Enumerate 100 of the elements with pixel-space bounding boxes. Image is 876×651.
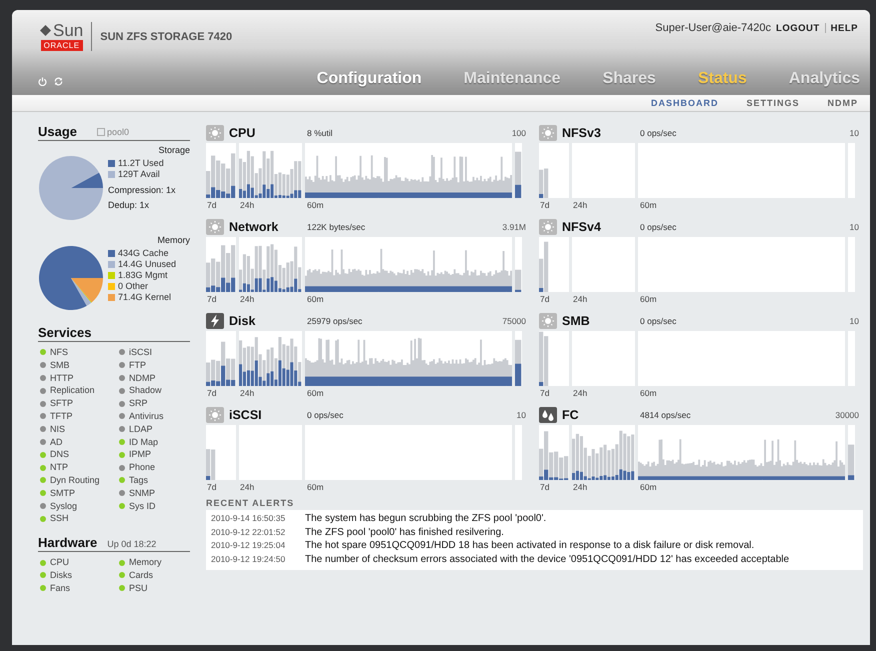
- sub-tab[interactable]: SETTINGS: [746, 98, 800, 108]
- graph-title[interactable]: NFSv3: [562, 126, 640, 140]
- time-range-label: 60m: [640, 294, 657, 304]
- legend-label: 14.4G Unused: [118, 259, 176, 270]
- hardware-link[interactable]: Fans: [50, 582, 70, 595]
- graph-title[interactable]: NFSv4: [562, 220, 640, 234]
- graph-max-value: 3.91M: [502, 222, 526, 232]
- time-range-label: 60m: [307, 482, 324, 492]
- time-range-label: 7d: [540, 388, 550, 398]
- service-link[interactable]: iSCSI: [129, 346, 152, 359]
- service-link[interactable]: Replication: [50, 384, 95, 398]
- chart-title: Memory: [157, 235, 190, 245]
- alert-message[interactable]: The number of checksum errors associated with the device '0951QCQ091/HDD 12' has exceeded acceptable: [305, 554, 790, 566]
- time-range-label: 7d: [207, 200, 216, 210]
- graph-reading: 0 ops/sec: [640, 128, 678, 138]
- time-range-label: 24h: [240, 388, 254, 398]
- service-link[interactable]: SRP: [129, 397, 148, 410]
- graph-max-value: 10: [850, 316, 859, 326]
- service-link[interactable]: AD: [50, 436, 63, 448]
- alert-time: 2010-9-12 19:24:50: [211, 552, 286, 565]
- average-bars: [539, 382, 544, 386]
- time-range-label: 24h: [240, 294, 254, 304]
- graph-reading: 0 ops/sec: [640, 316, 678, 326]
- service-link[interactable]: NTP: [50, 461, 68, 474]
- time-range-label: 24h: [573, 294, 588, 304]
- sub-tab[interactable]: NDMP: [828, 98, 858, 108]
- legend-label: 0 Other: [118, 281, 148, 292]
- graph-title[interactable]: FC: [562, 408, 640, 422]
- time-range-label: 24h: [573, 388, 588, 398]
- graph-reading: 25979 ops/sec: [307, 316, 364, 326]
- raindrops-icon: [539, 407, 557, 423]
- help-link[interactable]: HELP: [830, 22, 858, 34]
- sub-tab[interactable]: DASHBOARD: [650, 98, 718, 108]
- dedup-ratio: Dedup: 1x: [108, 200, 150, 210]
- graph-title[interactable]: SMB: [562, 314, 640, 328]
- service-link[interactable]: Syslog: [50, 500, 78, 512]
- hardware-link[interactable]: CPU: [50, 556, 70, 569]
- service-link[interactable]: SFTP: [50, 397, 74, 410]
- hardware-link[interactable]: Cards: [129, 568, 154, 582]
- service-link[interactable]: NDMP: [129, 372, 156, 384]
- alert-message[interactable]: The system has begun scrubbing the ZFS pool 'pool0'.: [305, 513, 546, 526]
- product-name: SUN ZFS STORAGE 7420: [100, 30, 232, 42]
- graph-reading: 0 ops/sec: [640, 222, 678, 232]
- service-link[interactable]: SNMP: [129, 486, 156, 500]
- service-link[interactable]: ID Map: [129, 436, 158, 448]
- hardware-link[interactable]: PSU: [129, 582, 148, 595]
- time-range-label: 60m: [307, 388, 324, 398]
- time-range-label: 24h: [240, 200, 254, 210]
- service-link[interactable]: LDAP: [129, 422, 153, 436]
- service-link[interactable]: SMB: [50, 358, 70, 372]
- service-link[interactable]: Dyn Routing: [50, 474, 100, 487]
- section-title: Hardware: [38, 535, 98, 550]
- graph-title[interactable]: CPU: [229, 126, 307, 140]
- graph-max-value: 100: [512, 128, 526, 138]
- service-link[interactable]: HTTP: [50, 372, 74, 384]
- graph-max-value: 75000: [502, 316, 526, 326]
- service-link[interactable]: IPMP: [129, 448, 152, 462]
- sun-icon: [206, 407, 224, 423]
- service-link[interactable]: NIS: [50, 422, 66, 436]
- service-link[interactable]: Tags: [129, 474, 148, 487]
- graph-reading: 0 ops/sec: [307, 410, 344, 420]
- legend-label: 71.4G Kernel: [118, 292, 172, 303]
- time-range-label: 24h: [240, 482, 254, 492]
- service-link[interactable]: TFTP: [50, 410, 72, 423]
- graph-title[interactable]: Disk: [229, 314, 307, 328]
- user-name: Super-User@aie-7420c: [655, 22, 772, 34]
- service-link[interactable]: SSH: [50, 512, 69, 526]
- sun-icon: [206, 125, 224, 141]
- time-range-label: 60m: [640, 388, 657, 398]
- sun-logo-text: Sun: [53, 22, 84, 39]
- lightning-icon: [206, 313, 224, 329]
- power-icon[interactable]: [38, 77, 47, 86]
- service-link[interactable]: Antivirus: [129, 410, 164, 423]
- service-link[interactable]: Phone: [129, 461, 156, 474]
- hardware-link[interactable]: Memory: [129, 556, 162, 569]
- graph-reading: 8 %util: [307, 128, 334, 138]
- time-range-label: 7d: [540, 200, 550, 210]
- uptime-text: Up 0d 18:22: [107, 539, 156, 550]
- hardware-link[interactable]: Disks: [50, 568, 72, 582]
- service-link[interactable]: SMTP: [50, 486, 76, 500]
- alert-message[interactable]: The hot spare 0951QCQ091/HDD 18 has been activated in response to a disk failure or disk removal.: [305, 540, 754, 552]
- graph-title[interactable]: Network: [229, 220, 307, 234]
- service-link[interactable]: Shadow: [129, 384, 162, 398]
- logout-link[interactable]: LOGOUT: [776, 22, 820, 34]
- sun-icon: [539, 313, 557, 329]
- graph-title[interactable]: iSCSI: [229, 408, 307, 422]
- service-link[interactable]: NFS: [50, 346, 68, 359]
- time-range-label: 7d: [207, 294, 216, 304]
- refresh-icon[interactable]: [54, 77, 63, 86]
- chart-title: Storage: [158, 145, 190, 155]
- legend-label: 434G Cache: [118, 248, 169, 259]
- alert-message[interactable]: The ZFS pool 'pool0' has finished resilvering.: [305, 526, 504, 539]
- oracle-logo: ORACLE: [40, 40, 83, 51]
- section-title: Services: [38, 325, 92, 340]
- service-link[interactable]: Sys ID: [129, 500, 156, 512]
- section-title: RECENT ALERTS: [206, 498, 296, 508]
- service-link[interactable]: DNS: [50, 448, 70, 462]
- compression-ratio: Compression: 1x: [108, 185, 177, 195]
- section-title: Usage: [38, 124, 78, 139]
- service-link[interactable]: FTP: [129, 358, 146, 372]
